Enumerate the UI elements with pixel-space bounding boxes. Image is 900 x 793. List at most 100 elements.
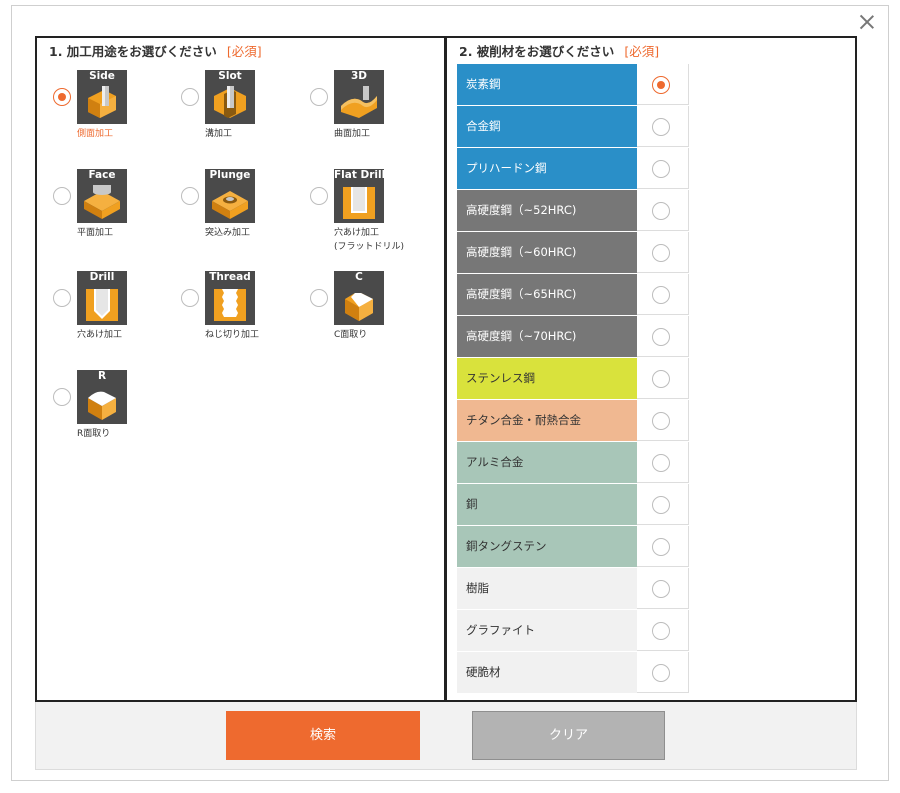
material-name[interactable]: 高硬度鋼（~70HRC) [457,316,637,357]
material-radio[interactable] [652,202,670,220]
material-name[interactable]: 高硬度鋼（~60HRC) [457,232,637,273]
material-radio[interactable] [652,160,670,178]
material-radio[interactable] [652,454,670,472]
material-name[interactable]: ステンレス鋼 [457,358,637,399]
material-name[interactable]: 炭素鋼 [457,64,637,105]
material-radio[interactable] [652,664,670,682]
material-radio-cell [637,106,689,147]
thread-icon[interactable]: Thread [205,271,255,325]
option-side[interactable]: Side 側面加工 [53,70,177,162]
application-title: 1. 加工用途をお選びください [必須] [49,41,262,60]
material-radio-cell [637,652,689,693]
option-thread[interactable]: Thread ねじ切り加工 [181,271,305,363]
radio-3d[interactable] [310,88,328,106]
option-c-chamfer[interactable]: C C面取り [310,271,434,363]
material-row[interactable]: 高硬度鋼（~70HRC) [457,316,689,358]
material-radio[interactable] [652,244,670,262]
material-name[interactable]: 硬脆材 [457,652,637,693]
clear-button[interactable]: クリア [472,711,665,760]
material-radio-cell [637,316,689,357]
option-3d[interactable]: 3D 曲面加工 [310,70,434,162]
material-radio[interactable] [652,622,670,640]
radio-thread[interactable] [181,289,199,307]
material-row[interactable]: 銅タングステン [457,526,689,568]
material-row[interactable]: ステンレス鋼 [457,358,689,400]
material-row[interactable]: 高硬度鋼（~60HRC) [457,232,689,274]
search-button[interactable]: 検索 [226,711,420,760]
material-radio[interactable] [652,328,670,346]
material-radio-cell [637,484,689,525]
3d-cut-icon[interactable]: 3D [334,70,384,124]
drill-icon[interactable]: Drill [77,271,127,325]
material-title: 2. 被削材をお選びください [必須] [459,41,659,60]
radio-c-chamfer[interactable] [310,289,328,307]
material-radio[interactable] [652,412,670,430]
material-required-tag: [必須] [624,44,660,59]
icon-title-flat-drill: Flat Drill [334,169,386,181]
material-name[interactable]: 樹脂 [457,568,637,609]
radio-plunge[interactable] [181,187,199,205]
material-row[interactable]: 合金鋼 [457,106,689,148]
c-chamfer-icon[interactable]: C [334,271,384,325]
material-name[interactable]: アルミ合金 [457,442,637,483]
material-radio[interactable] [652,286,670,304]
material-radio[interactable] [652,580,670,598]
material-radio[interactable] [652,370,670,388]
material-row[interactable]: 炭素鋼 [457,64,689,106]
radio-flat-drill[interactable] [310,187,328,205]
icon-title-c: C [355,271,363,283]
material-radio-cell [637,190,689,231]
material-radio-cell [637,400,689,441]
side-cut-icon[interactable]: Side [77,70,127,124]
material-row[interactable]: プリハードン鋼 [457,148,689,190]
material-radio[interactable] [652,496,670,514]
icon-title-drill: Drill [89,271,115,283]
radio-side[interactable] [53,88,71,106]
radio-r-chamfer[interactable] [53,388,71,406]
material-radio[interactable] [652,538,670,556]
material-row[interactable]: 硬脆材 [457,652,689,694]
caption-face: 平面加工 [77,228,114,238]
r-chamfer-icon[interactable]: R [77,370,127,424]
material-row[interactable]: 銅 [457,484,689,526]
material-radio[interactable] [652,118,670,136]
material-radio-cell [637,274,689,315]
material-name[interactable]: 高硬度鋼（~52HRC) [457,190,637,231]
material-radio-cell [637,610,689,651]
option-face[interactable]: Face 平面加工 [53,169,177,261]
caption-thread: ねじ切り加工 [205,330,260,340]
material-row[interactable]: 樹脂 [457,568,689,610]
material-name[interactable]: チタン合金・耐熱合金 [457,400,637,441]
option-slot[interactable]: Slot 溝加工 [181,70,305,162]
material-row[interactable]: グラファイト [457,610,689,652]
material-title-text: 2. 被削材をお選びください [459,44,615,59]
material-row[interactable]: アルミ合金 [457,442,689,484]
material-name[interactable]: プリハードン鋼 [457,148,637,189]
close-icon[interactable] [858,13,876,31]
icon-title-3d: 3D [350,70,368,82]
material-name[interactable]: 高硬度鋼（~65HRC) [457,274,637,315]
material-name[interactable]: 銅 [457,484,637,525]
slot-cut-icon[interactable]: Slot [205,70,255,124]
material-row[interactable]: 高硬度鋼（~65HRC) [457,274,689,316]
radio-face[interactable] [53,187,71,205]
radio-drill[interactable] [53,289,71,307]
face-cut-icon[interactable]: Face [77,169,127,223]
plunge-cut-icon[interactable]: Plunge [205,169,255,223]
icon-title-slot: Slot [218,70,242,82]
caption-slot: 溝加工 [205,129,233,139]
option-plunge[interactable]: Plunge 突込み加工 [181,169,305,261]
caption-flat-drill-line2: (フラットドリル) [334,242,405,252]
material-name[interactable]: 合金鋼 [457,106,637,147]
material-name[interactable]: 銅タングステン [457,526,637,567]
radio-slot[interactable] [181,88,199,106]
caption-flat-drill: 穴あけ加工 (フラットドリル) [334,226,444,254]
flat-drill-icon[interactable]: Flat Drill [334,169,386,223]
material-name[interactable]: グラファイト [457,610,637,651]
material-row[interactable]: チタン合金・耐熱合金 [457,400,689,442]
option-r-chamfer[interactable]: R R面取り [53,370,177,462]
option-flat-drill[interactable]: Flat Drill 穴あけ加工 (フラットドリル) [310,169,434,261]
material-row[interactable]: 高硬度鋼（~52HRC) [457,190,689,232]
option-drill[interactable]: Drill 穴あけ加工 [53,271,177,363]
material-radio[interactable] [652,76,670,94]
